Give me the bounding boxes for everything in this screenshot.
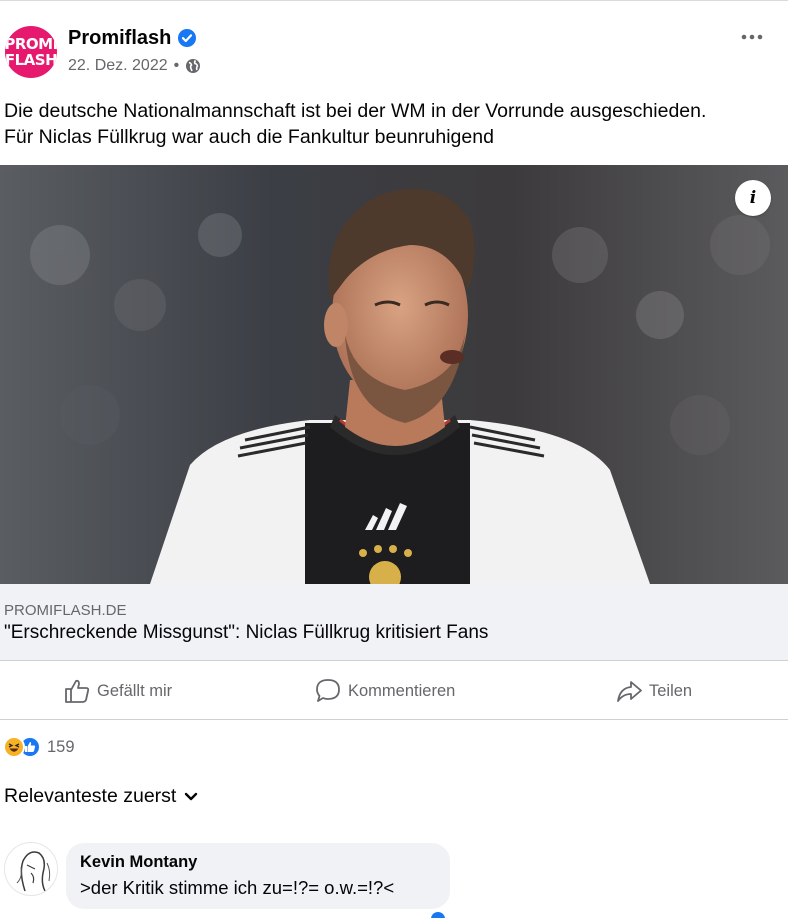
comment-bubble: Kevin Montany >der Kritik stimme ich zu=… xyxy=(66,843,450,909)
avatar-text-line2: FLASH xyxy=(5,51,57,69)
post-action-bar: Gefällt mir Kommentieren Teilen xyxy=(0,662,788,720)
page-name-link[interactable]: Promiflash xyxy=(68,27,171,50)
comment-author[interactable]: Kevin Montany xyxy=(80,853,197,872)
post-date[interactable]: 22. Dez. 2022 xyxy=(68,57,168,75)
post-text-line2: Für Niclas Füllkrug war auch die Fankult… xyxy=(4,126,494,148)
chevron-down-icon xyxy=(185,792,198,800)
reaction-summary[interactable]: 159 xyxy=(3,735,75,759)
link-title[interactable]: "Erschreckende Missgunst": Niclas Füllkr… xyxy=(4,622,488,644)
meta-separator: • xyxy=(173,57,180,74)
comment-button[interactable]: Kommentieren xyxy=(314,676,455,706)
verified-badge-icon xyxy=(178,29,196,47)
share-button[interactable]: Teilen xyxy=(615,676,692,706)
globe-icon xyxy=(186,59,201,73)
avatar-text-line1: PROMI xyxy=(5,35,57,53)
link-preview-card[interactable]: PROMIFLASH.DE "Erschreckende Missgunst":… xyxy=(0,584,788,661)
share-label: Teilen xyxy=(649,681,693,700)
thumbs-up-icon xyxy=(65,679,90,703)
post-meta: 22. Dez. 2022 • xyxy=(68,57,201,75)
share-arrow-icon xyxy=(617,681,642,702)
post-text-line1: Die deutsche Nationalmannschaft ist bei … xyxy=(4,100,707,122)
post-header: PROMI FLASH Promiflash 22. Dez. 2022 • xyxy=(0,22,788,82)
link-domain: PROMIFLASH.DE xyxy=(4,602,127,619)
commenter-avatar[interactable] xyxy=(4,842,58,896)
post-text: Die deutsche Nationalmannschaft ist bei … xyxy=(4,98,784,150)
post-photo[interactable] xyxy=(0,165,788,584)
like-label: Gefällt mir xyxy=(97,681,173,700)
comment-text: >der Kritik stimme ich zu=!?= o.w.=!?< xyxy=(80,877,395,898)
reaction-indicator-icon xyxy=(431,912,445,918)
page-avatar[interactable]: PROMI FLASH xyxy=(5,26,57,78)
sort-label: Relevanteste zuerst xyxy=(4,785,177,807)
comment-sort-dropdown[interactable]: Relevanteste zuerst xyxy=(4,785,198,808)
reaction-count: 159 xyxy=(47,737,75,756)
comment-label: Kommentieren xyxy=(348,681,456,700)
comment-icon xyxy=(316,679,340,702)
more-options-icon[interactable] xyxy=(740,30,764,44)
photo-info-button[interactable]: i xyxy=(735,180,771,216)
top-divider xyxy=(0,0,788,1)
like-button[interactable]: Gefällt mir xyxy=(63,676,172,706)
haha-reaction-icon xyxy=(3,736,25,758)
